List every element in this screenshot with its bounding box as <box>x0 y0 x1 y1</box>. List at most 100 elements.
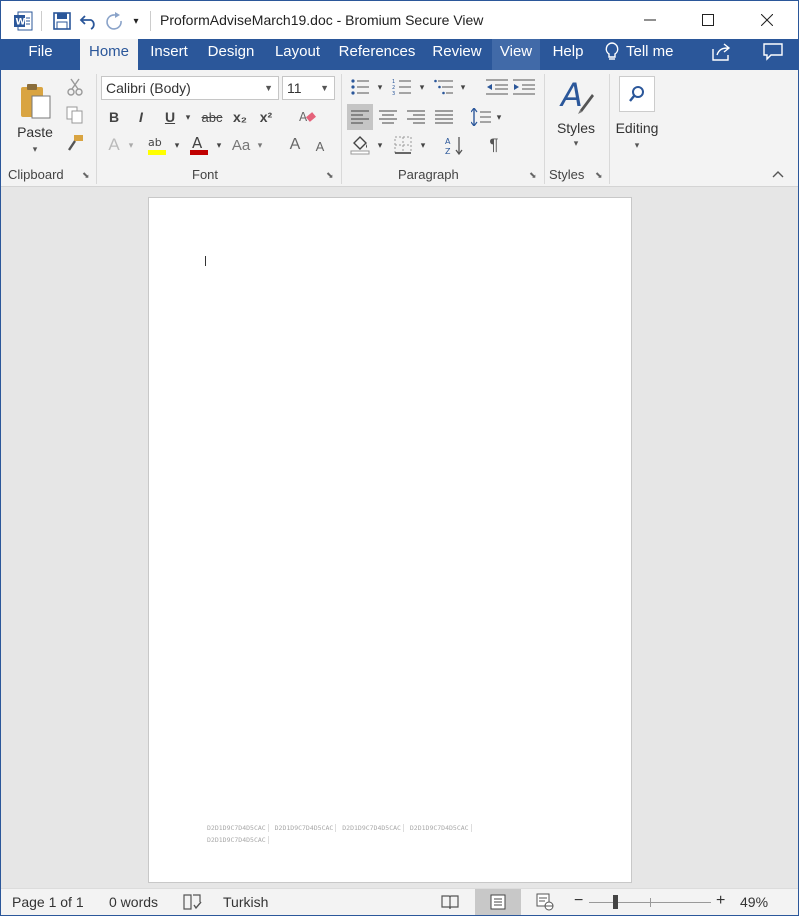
styles-icon: A <box>559 76 594 114</box>
zoom-slider-thumb[interactable] <box>612 895 618 909</box>
increase-indent-icon <box>513 79 535 95</box>
print-layout-button[interactable] <box>475 889 521 915</box>
format-painter-button[interactable] <box>63 132 87 154</box>
styles-group-label: Styles <box>549 167 585 182</box>
styles-launcher-icon[interactable]: ⬊ <box>595 170 605 180</box>
font-name-combo[interactable]: Calibri (Body) ▼ <box>101 76 279 100</box>
close-icon <box>761 14 773 26</box>
increase-indent-button[interactable] <box>511 76 537 98</box>
highlight-dropdown-icon[interactable]: ▾ <box>171 134 183 156</box>
clipboard-launcher-icon[interactable]: ⬊ <box>82 170 92 180</box>
comments-button[interactable] <box>753 39 793 70</box>
justify-button[interactable] <box>431 104 457 130</box>
web-layout-button[interactable] <box>532 892 558 912</box>
borders-dropdown-icon[interactable]: ▾ <box>417 133 429 157</box>
italic-button[interactable]: I <box>131 106 151 128</box>
shading-dropdown-icon[interactable]: ▾ <box>374 133 386 157</box>
zoom-level[interactable]: 49% <box>740 894 768 910</box>
tell-me-search[interactable]: Tell me <box>602 39 682 70</box>
document-page[interactable]: D2D1D9C7D4D5CAC D2D1D9C7D4D5CAC D2D1D9C7… <box>148 197 632 883</box>
maximize-icon <box>702 14 714 26</box>
bullets-dropdown-icon[interactable]: ▾ <box>374 76 386 98</box>
tab-insert[interactable]: Insert <box>141 39 197 70</box>
paragraph-launcher-icon[interactable]: ⬊ <box>529 170 539 180</box>
bullets-button[interactable] <box>347 76 373 98</box>
copy-button[interactable] <box>63 104 87 126</box>
close-button[interactable] <box>744 1 790 39</box>
svg-text:A: A <box>559 76 583 114</box>
numbering-button[interactable]: 123 <box>389 76 415 98</box>
save-icon[interactable] <box>50 10 74 32</box>
change-case-button[interactable]: Aa <box>229 134 253 156</box>
underline-dropdown-icon[interactable]: ▾ <box>182 106 194 128</box>
shading-button[interactable] <box>347 133 373 157</box>
language[interactable]: Turkish <box>223 894 268 910</box>
styles-button[interactable]: A Styles ▾ <box>550 76 602 160</box>
maximize-button[interactable] <box>685 1 731 39</box>
tab-home[interactable]: Home <box>80 39 138 70</box>
change-case-dropdown-icon[interactable]: ▾ <box>254 134 266 156</box>
align-right-button[interactable] <box>403 104 429 130</box>
strikethrough-button[interactable]: abc <box>198 106 226 128</box>
share-icon <box>712 43 731 61</box>
align-center-button[interactable] <box>375 104 401 130</box>
share-button[interactable] <box>702 39 742 70</box>
align-left-button[interactable] <box>347 104 373 130</box>
font-color-dropdown-icon[interactable]: ▾ <box>213 134 225 156</box>
copy-icon <box>66 106 83 124</box>
line-spacing-dropdown-icon[interactable]: ▾ <box>493 104 505 130</box>
tab-file[interactable]: File <box>1 39 80 70</box>
highlight-color-button[interactable]: ab <box>144 132 170 158</box>
editing-button[interactable]: Editing ▾ <box>611 74 663 158</box>
word-icon[interactable]: W <box>11 10 35 32</box>
zoom-slider-center-tick <box>650 898 651 907</box>
customize-qat-icon[interactable]: ▾ <box>129 10 143 32</box>
font-size-combo[interactable]: 11 ▼ <box>282 76 335 100</box>
cut-button[interactable] <box>63 76 87 98</box>
minimize-button[interactable] <box>627 1 673 39</box>
line-spacing-button[interactable] <box>469 104 493 130</box>
tab-layout[interactable]: Layout <box>266 39 329 70</box>
numbering-dropdown-icon[interactable]: ▾ <box>416 76 428 98</box>
zoom-out-button[interactable]: − <box>574 892 583 910</box>
bold-button[interactable]: B <box>104 106 124 128</box>
show-formatting-marks-button[interactable]: ¶ <box>483 133 505 157</box>
subscript-button[interactable]: x₂ <box>229 106 251 128</box>
shrink-font-button[interactable]: A <box>311 136 329 156</box>
align-right-icon <box>407 110 425 124</box>
clear-formatting-button[interactable]: A <box>295 106 321 128</box>
footer-code: D2D1D9C7D4D5CAC <box>407 824 472 832</box>
tab-help[interactable]: Help <box>543 39 593 70</box>
superscript-button[interactable]: x² <box>255 106 277 128</box>
grow-font-button[interactable]: A <box>285 134 305 156</box>
sort-button[interactable]: AZ <box>443 133 467 157</box>
proofing-icon[interactable] <box>182 892 204 912</box>
font-launcher-icon[interactable]: ⬊ <box>326 170 336 180</box>
document-area[interactable]: D2D1D9C7D4D5CAC D2D1D9C7D4D5CAC D2D1D9C7… <box>1 187 798 888</box>
tab-view[interactable]: View <box>492 39 540 70</box>
borders-button[interactable] <box>390 133 416 157</box>
tab-review[interactable]: Review <box>425 39 489 70</box>
collapse-ribbon-button[interactable] <box>769 166 787 182</box>
paste-button[interactable]: Paste ▾ <box>11 76 59 160</box>
ribbon-home: Paste ▾ Clipboard ⬊ Calibri (Body) ▼ 11 … <box>1 70 798 187</box>
decrease-indent-button[interactable] <box>484 76 510 98</box>
text-effects-dropdown-icon[interactable]: ▾ <box>125 134 137 156</box>
redo-icon[interactable] <box>103 10 127 32</box>
footer-code: D2D1D9C7D4D5CAC <box>205 836 269 844</box>
word-window: W ▾ ProformAdviseMarch19.doc - Bromium S… <box>0 0 799 916</box>
window-title: ProformAdviseMarch19.doc - Bromium Secur… <box>160 12 484 28</box>
svg-text:Z: Z <box>445 147 451 155</box>
zoom-in-button[interactable]: + <box>716 892 725 910</box>
text-effects-button[interactable]: A <box>104 134 124 156</box>
page-count[interactable]: Page 1 of 1 <box>12 894 84 910</box>
word-count[interactable]: 0 words <box>109 894 158 910</box>
multilevel-dropdown-icon[interactable]: ▾ <box>457 76 469 98</box>
tab-design[interactable]: Design <box>200 39 262 70</box>
underline-button[interactable]: U <box>158 106 182 128</box>
multilevel-list-button[interactable] <box>431 76 457 98</box>
read-mode-button[interactable] <box>437 892 463 912</box>
undo-icon[interactable] <box>77 10 101 32</box>
font-color-button[interactable]: A <box>187 132 211 158</box>
tab-references[interactable]: References <box>332 39 422 70</box>
